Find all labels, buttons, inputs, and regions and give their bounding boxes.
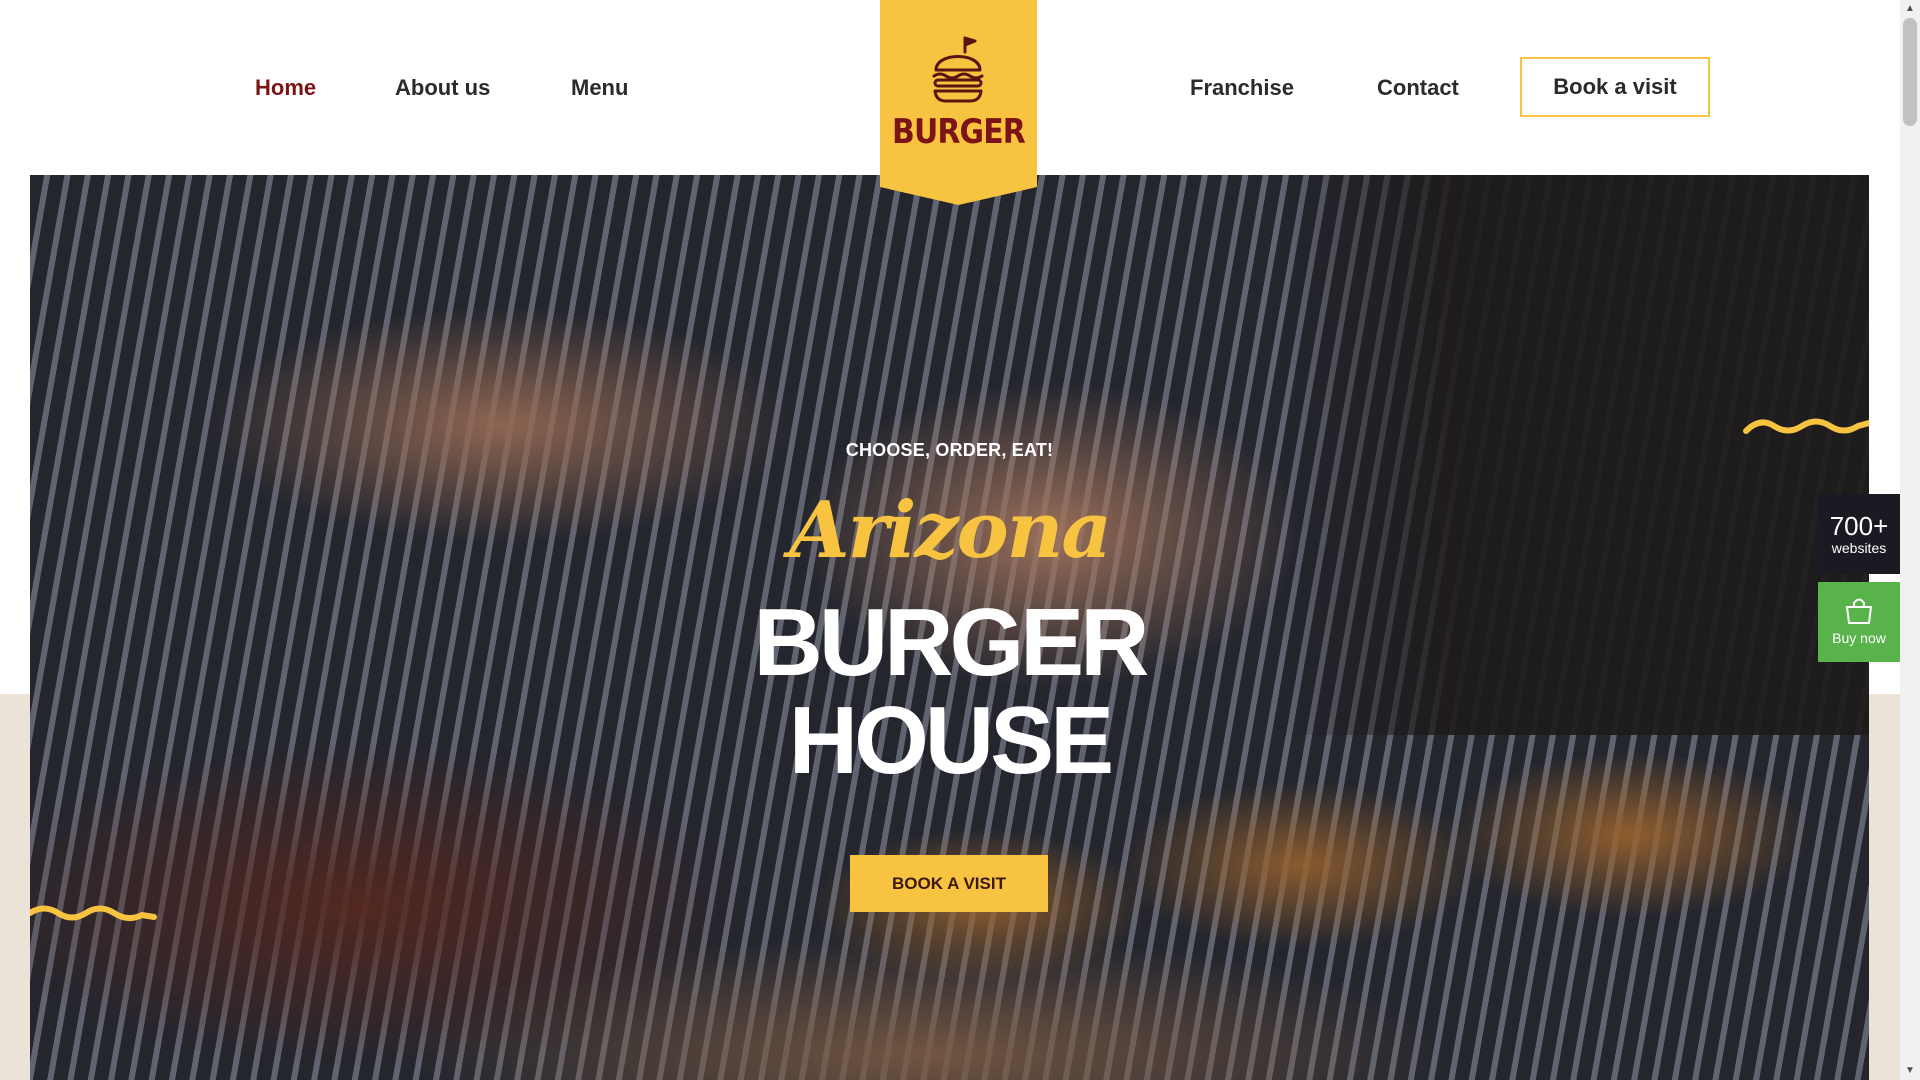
buy-now-label: Buy now (1832, 630, 1886, 646)
hero-eyebrow: CHOOSE, ORDER, EAT! (845, 440, 1054, 460)
hero-title-line-1: BURGER (753, 589, 1149, 696)
websites-label: websites (1831, 540, 1887, 556)
site-logo[interactable]: BURGER (880, 0, 1037, 205)
book-visit-button[interactable]: Book a visit (1520, 57, 1710, 117)
page-scrollbar[interactable] (1900, 0, 1920, 1080)
squiggle-decoration-right (1743, 418, 1869, 434)
logo-text: BURGER (892, 112, 1026, 152)
websites-count-widget[interactable]: 700+ websites (1818, 494, 1900, 574)
hero-section: CHOOSE, ORDER, EAT! Arizona BURGER HOUSE… (30, 175, 1869, 1080)
nav-franchise[interactable]: Franchise (1190, 70, 1294, 106)
hero-script-title: Arizona (789, 485, 1112, 576)
scroll-down-arrow-icon[interactable]: ▼ (1903, 1064, 1917, 1078)
hero-book-visit-button[interactable]: BOOK A VISIT (850, 855, 1048, 912)
websites-count: 700+ (1829, 511, 1889, 541)
hero-title-line-2: HOUSE (788, 687, 1114, 794)
nav-contact[interactable]: Contact (1377, 70, 1459, 106)
hero-content: CHOOSE, ORDER, EAT! Arizona BURGER HOUSE… (30, 175, 1869, 1080)
squiggle-decoration-left (30, 905, 157, 921)
nav-menu[interactable]: Menu (571, 70, 628, 106)
buy-now-widget[interactable]: Buy now (1818, 582, 1900, 662)
burger-icon (932, 36, 984, 103)
nav-home[interactable]: Home (255, 70, 316, 106)
nav-about-us[interactable]: About us (395, 70, 490, 106)
shopping-bag-icon (1845, 598, 1873, 624)
scroll-up-arrow-icon[interactable]: ▲ (1903, 2, 1917, 16)
scrollbar-thumb[interactable] (1903, 18, 1917, 126)
